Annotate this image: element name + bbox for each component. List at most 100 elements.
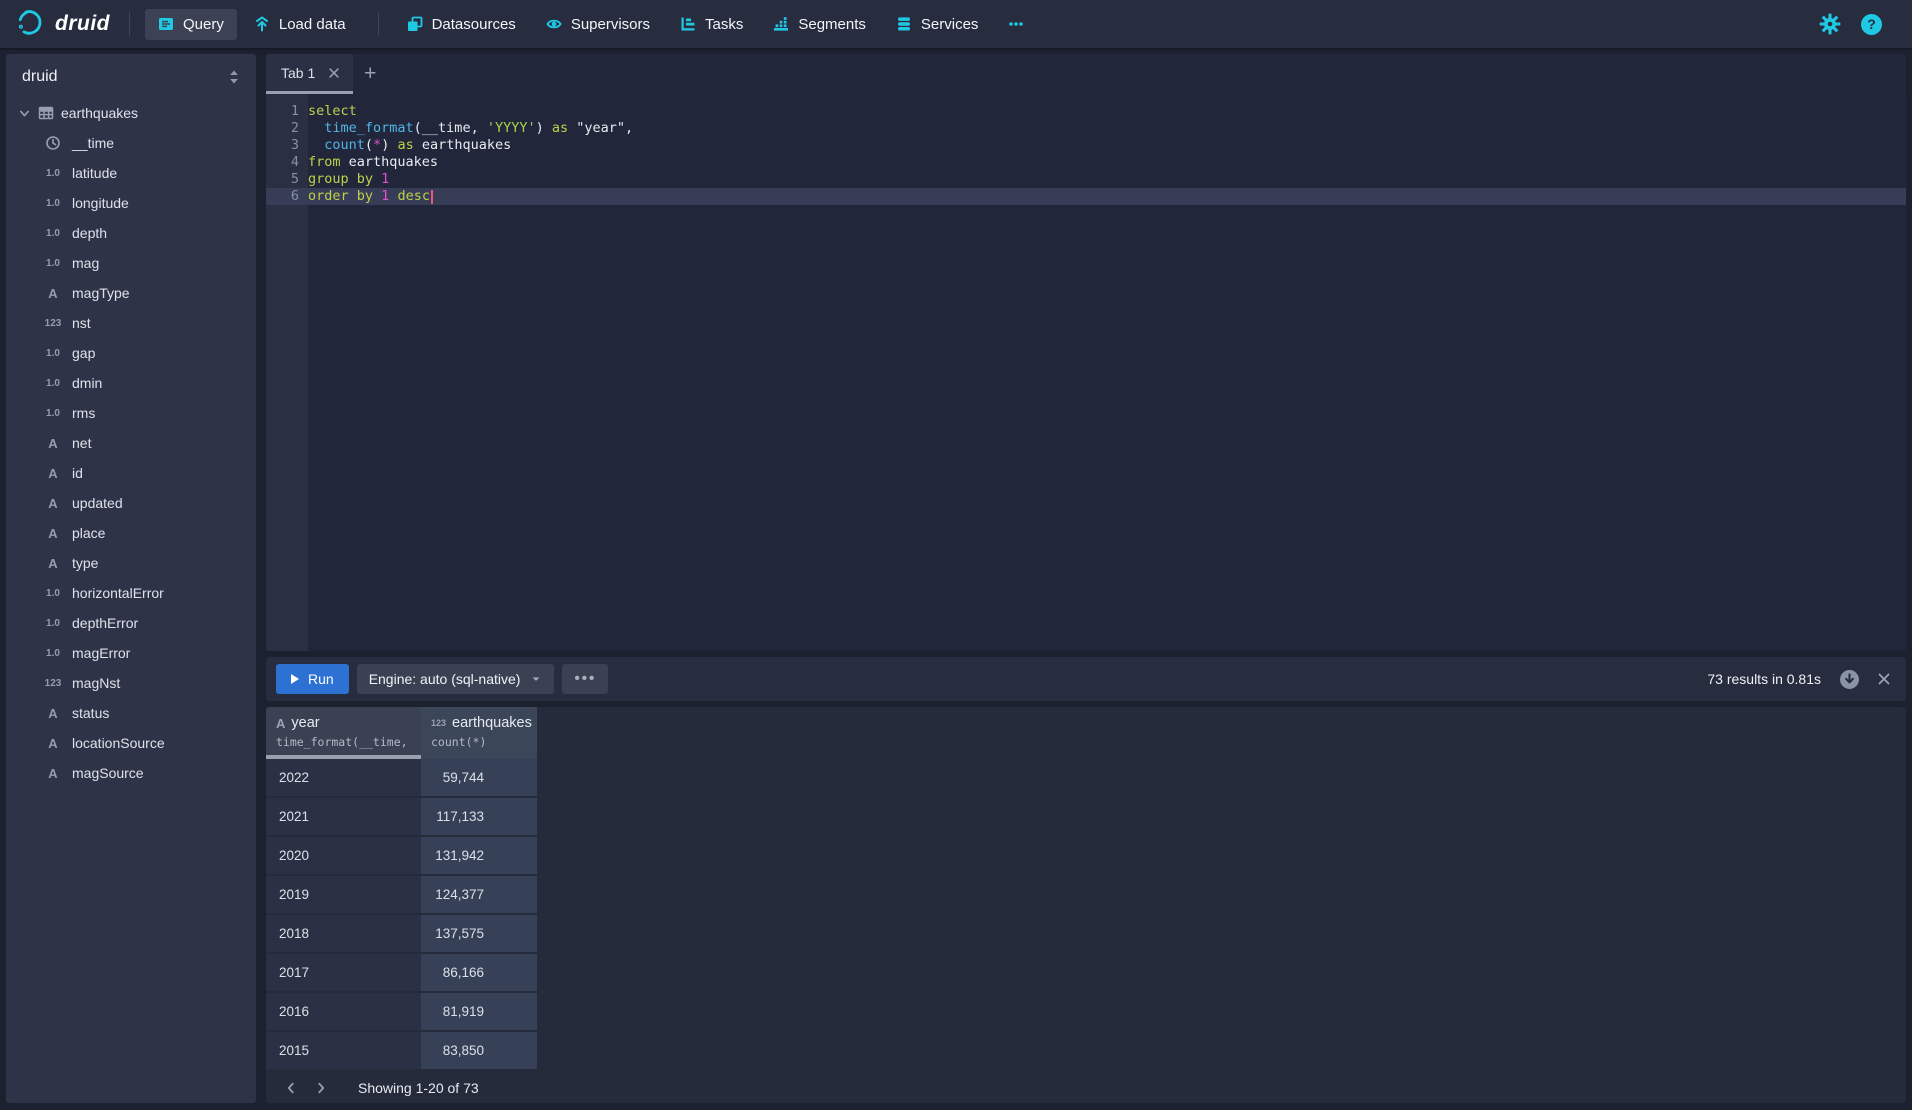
nav-item-supervisors[interactable]: Supervisors [533, 9, 663, 40]
double-caret-vertical-icon[interactable] [226, 69, 242, 85]
druid-logo[interactable]: druid [16, 7, 110, 42]
code-token [308, 120, 324, 136]
cell-earthquakes[interactable]: 137,575 [421, 915, 537, 952]
field-name: nst [72, 315, 91, 331]
field-row-__time[interactable]: __time [6, 128, 256, 158]
field-row-horizontalError[interactable]: 1.0horizontalError [6, 578, 256, 608]
close-results-icon[interactable] [1876, 671, 1892, 687]
nav-divider [129, 12, 130, 36]
code-token [373, 171, 381, 187]
code-content[interactable]: select time_format(__time, 'YYYY') as "y… [308, 103, 1906, 205]
cell-earthquakes[interactable]: 86,166 [421, 954, 537, 991]
table-row: 201681,919 [266, 993, 1906, 1032]
cell-year[interactable]: 2015 [266, 1032, 421, 1069]
code-line: count(*) as earthquakes [308, 137, 1906, 154]
float-type-icon: 1.0 [42, 168, 64, 179]
code-line: group by 1 [308, 171, 1906, 188]
field-row-magError[interactable]: 1.0magError [6, 638, 256, 668]
schema-sidebar: druid earthquakes __time1.0latitude1.0lo… [6, 54, 256, 1103]
nav-item-label: Supervisors [571, 16, 650, 33]
float-type-icon: 1.0 [42, 228, 64, 239]
sql-editor[interactable]: 123456 select time_format(__time, 'YYYY'… [266, 94, 1906, 651]
string-type-icon: A [42, 526, 64, 541]
cell-year[interactable]: 2021 [266, 798, 421, 835]
cell-earthquakes[interactable]: 131,942 [421, 837, 537, 874]
cell-year[interactable]: 2017 [266, 954, 421, 991]
cell-earthquakes[interactable]: 83,850 [421, 1032, 537, 1069]
download-results-icon[interactable] [1839, 669, 1860, 690]
nav-item-load-data[interactable]: Load data [241, 9, 359, 40]
column-header-earthquakes[interactable]: 123 earthquakes count(*) [421, 707, 537, 759]
field-row-updated[interactable]: Aupdated [6, 488, 256, 518]
nav-item-services[interactable]: Services [883, 9, 992, 40]
top-navbar: druid Query Load data Datasources Superviso… [0, 0, 1912, 48]
engine-select-button[interactable]: Engine: auto (sql-native) [357, 664, 555, 694]
field-name: rms [72, 405, 95, 421]
field-name: updated [72, 495, 123, 511]
nav-item-segments[interactable]: Segments [760, 9, 879, 40]
code-token: time_format [324, 120, 413, 136]
code-token: as [552, 120, 568, 136]
nav-item-datasources[interactable]: Datasources [394, 9, 529, 40]
field-row-magSource[interactable]: AmagSource [6, 758, 256, 788]
prev-page-icon[interactable] [276, 1076, 306, 1100]
cell-year[interactable]: 2022 [266, 759, 421, 796]
field-row-locationSource[interactable]: AlocationSource [6, 728, 256, 758]
float-type-icon: 1.0 [42, 648, 64, 659]
nav-item-tasks[interactable]: Tasks [667, 9, 756, 40]
string-type-icon: A [42, 496, 64, 511]
results-header: A year time_format(__time, … 123 earthqu… [266, 707, 1906, 759]
cell-earthquakes[interactable]: 59,744 [421, 759, 537, 796]
cell-earthquakes[interactable]: 81,919 [421, 993, 537, 1030]
field-row-rms[interactable]: 1.0 rms [6, 398, 256, 428]
tab-1[interactable]: Tab 1 [266, 54, 353, 94]
navbar-items: Query Load data Datasources Supervisors Task… [114, 9, 1041, 40]
cell-year[interactable]: 2019 [266, 876, 421, 913]
table-row: 2018137,575 [266, 915, 1906, 954]
field-name: dmin [72, 375, 102, 391]
field-row-nst[interactable]: 123nst [6, 308, 256, 338]
column-header-year[interactable]: A year time_format(__time, … [266, 707, 421, 759]
field-row-depth[interactable]: 1.0depth [6, 218, 256, 248]
cell-year[interactable]: 2016 [266, 993, 421, 1030]
cell-earthquakes[interactable]: 124,377 [421, 876, 537, 913]
next-page-icon[interactable] [306, 1076, 336, 1100]
more-options-button[interactable]: ••• [562, 664, 608, 694]
field-row-latitude[interactable]: 1.0latitude [6, 158, 256, 188]
field-row-longitude[interactable]: 1.0longitude [6, 188, 256, 218]
field-row-net[interactable]: Anet [6, 428, 256, 458]
float-type-icon: 1.0 [42, 198, 64, 209]
field-row-type[interactable]: Atype [6, 548, 256, 578]
settings-gear-icon[interactable] [1819, 13, 1841, 35]
chevron-down-icon[interactable] [18, 107, 31, 120]
nav-item-more[interactable] [995, 9, 1037, 39]
field-row-place[interactable]: Aplace [6, 518, 256, 548]
float-type-icon: 1.0 [42, 408, 64, 419]
string-type-icon: A [42, 286, 64, 301]
field-row-dmin[interactable]: 1.0dmin [6, 368, 256, 398]
code-token: 1 [381, 171, 389, 187]
add-tab-button[interactable]: + [353, 54, 387, 94]
field-row-id[interactable]: Aid [6, 458, 256, 488]
field-name: status [72, 705, 109, 721]
datasource-row-earthquakes[interactable]: earthquakes [6, 98, 256, 128]
field-row-magNst[interactable]: 123magNst [6, 668, 256, 698]
help-icon[interactable]: ? [1861, 14, 1882, 35]
close-tab-icon[interactable] [327, 66, 341, 80]
cell-year[interactable]: 2020 [266, 837, 421, 874]
column-name: earthquakes [452, 715, 532, 731]
field-row-gap[interactable]: 1.0gap [6, 338, 256, 368]
nav-item-query[interactable]: Query [145, 9, 237, 40]
run-button[interactable]: Run [276, 664, 349, 694]
field-name: magSource [72, 765, 144, 781]
cell-earthquakes[interactable]: 117,133 [421, 798, 537, 835]
field-row-magType[interactable]: AmagType [6, 278, 256, 308]
nav-item-label: Tasks [705, 16, 743, 33]
cell-year[interactable]: 2018 [266, 915, 421, 952]
field-row-mag[interactable]: 1.0mag [6, 248, 256, 278]
nav-item-label: Load data [279, 16, 346, 33]
field-row-status[interactable]: Astatus [6, 698, 256, 728]
field-row-depthError[interactable]: 1.0depthError [6, 608, 256, 638]
code-token [308, 137, 324, 153]
datasource-name: earthquakes [61, 105, 138, 121]
